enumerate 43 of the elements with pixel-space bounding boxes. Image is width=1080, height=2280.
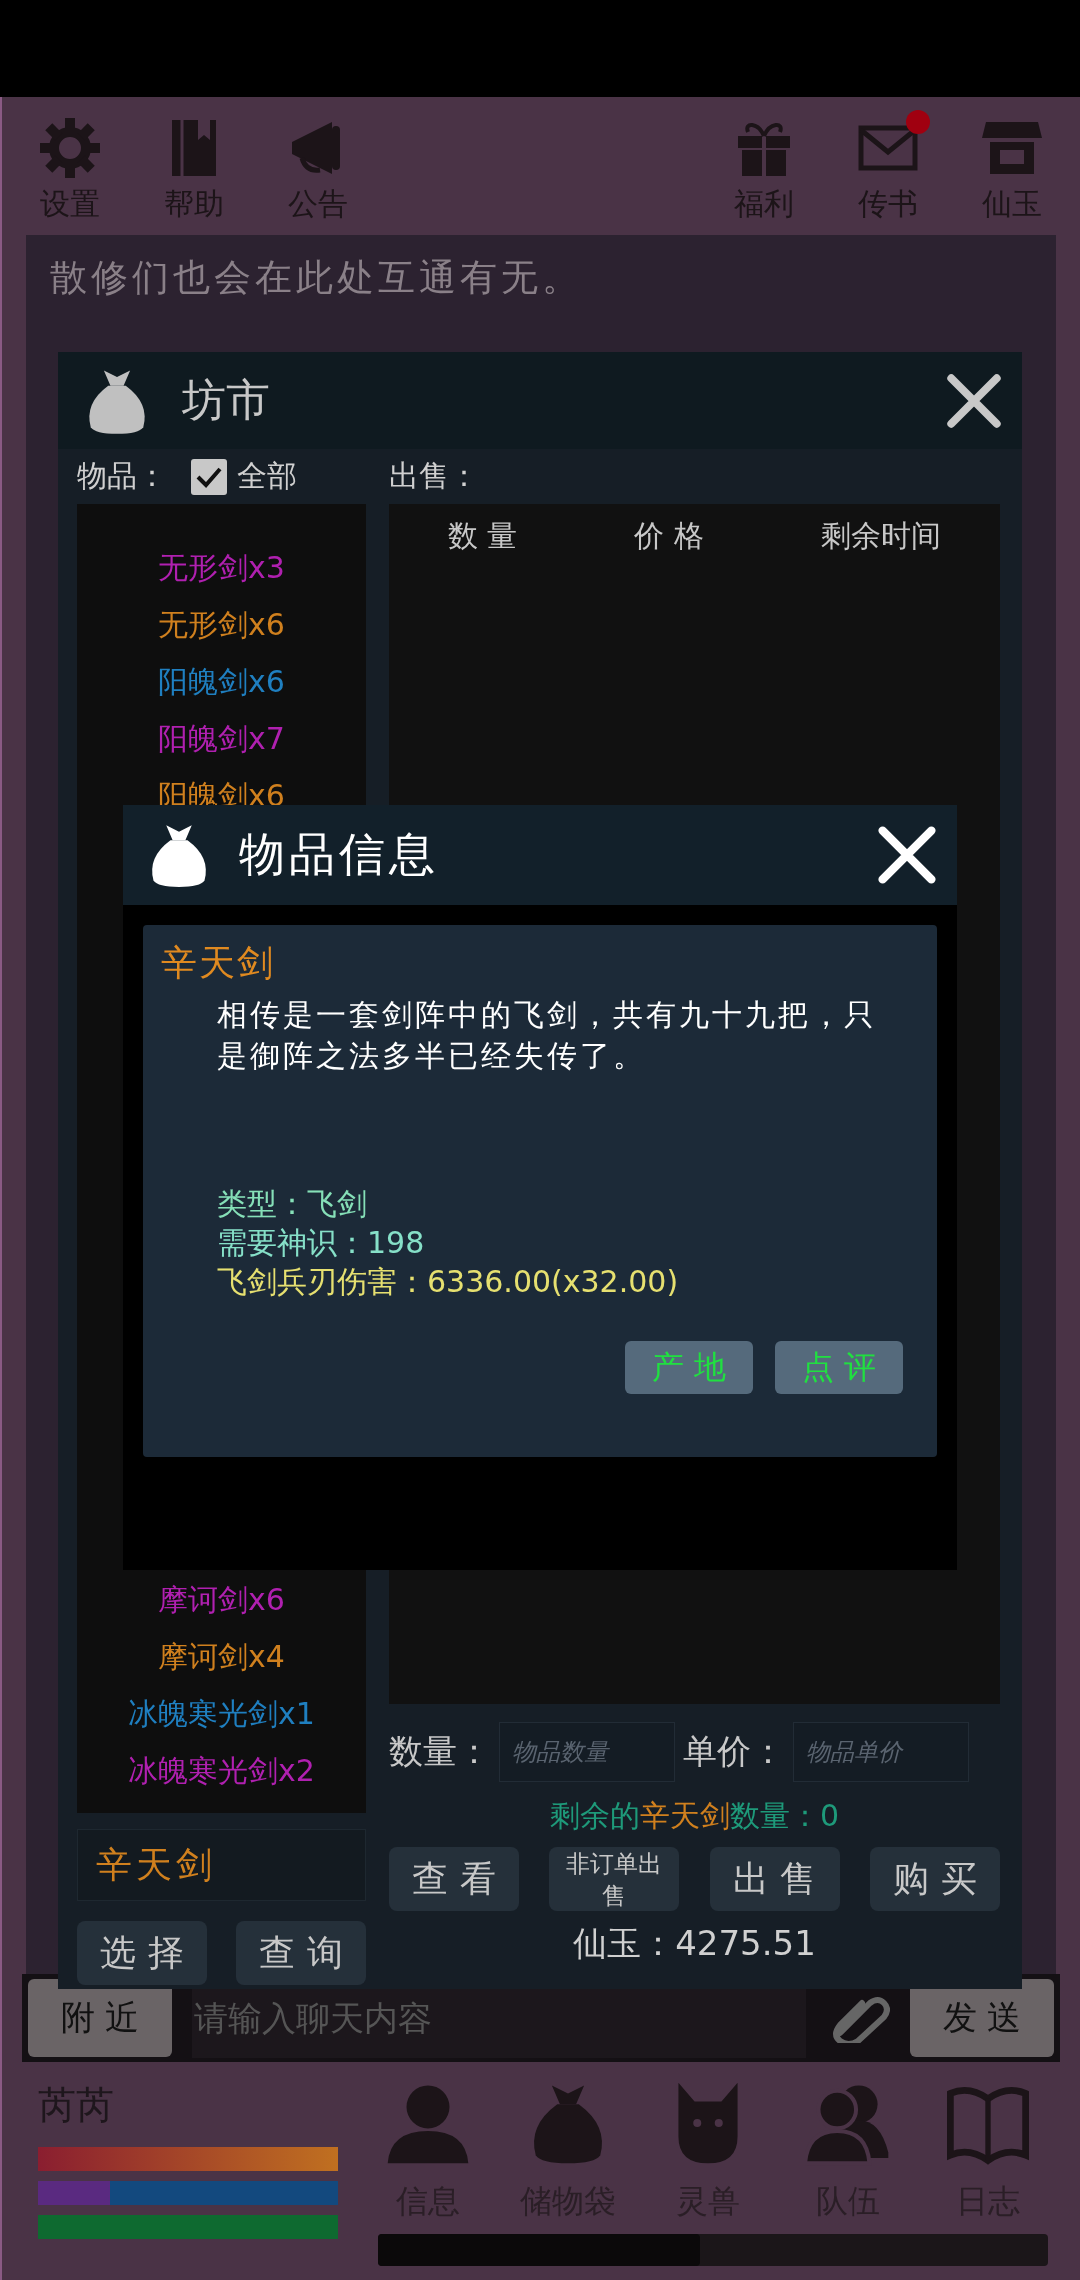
action-button[interactable]: 购 买 — [870, 1847, 1000, 1911]
price-field[interactable]: 物品单价 — [793, 1722, 969, 1782]
send-button[interactable]: 发 送 — [910, 1979, 1054, 2057]
item-entry[interactable]: 摩诃剑x6 — [77, 1571, 366, 1628]
action-button[interactable]: 出 售 — [709, 1847, 840, 1911]
balance-text: 仙玉：4275.51 — [572, 1922, 817, 1965]
action-button[interactable]: 查 看 — [389, 1847, 519, 1911]
item-entry[interactable]: 无形剑x3 — [77, 539, 366, 596]
item-name: 辛天剑 — [161, 941, 276, 985]
quantity-field[interactable]: 物品数量 — [499, 1722, 675, 1782]
sell-label: 出售： — [389, 457, 479, 495]
column-header: 价 格 — [634, 517, 705, 555]
item-stat: 需要神识：198 — [217, 1224, 426, 1262]
all-checkbox[interactable]: 全部 — [191, 456, 297, 497]
action-button[interactable]: 非订单出售 — [549, 1847, 680, 1911]
checkbox-icon — [191, 458, 227, 495]
item-entry[interactable]: 冰魄寒光剑x1 — [77, 1685, 366, 1742]
action-button[interactable]: 产 地 — [625, 1341, 753, 1394]
item-stat: 类型：飞剑 — [217, 1185, 368, 1223]
channel-button[interactable]: 附 近 — [28, 1979, 172, 2057]
quantity-label: 数量： — [389, 1730, 491, 1773]
column-header: 数 量 — [447, 517, 518, 555]
notice-text: 散修们也会在此处互通有无。 — [50, 255, 584, 301]
action-button[interactable]: 选 择 — [77, 1921, 207, 1985]
column-header: 剩余时间 — [821, 517, 942, 555]
item-entry[interactable]: 阳魄剑x6 — [77, 653, 366, 710]
item-description: 相传是一套剑阵中的飞剑，共有九十九把，只是御阵之法多半已经失传了。 — [216, 996, 878, 1075]
item-entry[interactable]: 冰魄寒光剑x2 — [77, 1742, 366, 1799]
item-entry[interactable]: 摩诃剑x4 — [77, 1628, 366, 1685]
scrollbar[interactable] — [378, 2234, 1048, 2266]
action-button[interactable]: 查 询 — [236, 1921, 366, 1985]
filter-label: 物品： — [77, 457, 167, 495]
item-entry[interactable]: 无形剑x6 — [77, 596, 366, 653]
close-icon[interactable] — [946, 372, 1002, 429]
item-entry[interactable]: 阳魄剑x7 — [77, 710, 366, 767]
dialog-title: 坊市 — [182, 373, 271, 427]
price-label: 单价： — [683, 1730, 785, 1773]
dialog-title: 物品信息 — [239, 826, 440, 883]
settings-icon — [38, 115, 102, 180]
remaining-count: 剩余的辛天剑数量：0 — [548, 1797, 841, 1835]
item-stat: 飞剑兵刃伤害：6336.00(x32.00) — [217, 1263, 680, 1301]
search-field[interactable]: 辛天剑 — [77, 1829, 366, 1901]
action-button[interactable]: 点 评 — [775, 1341, 903, 1394]
